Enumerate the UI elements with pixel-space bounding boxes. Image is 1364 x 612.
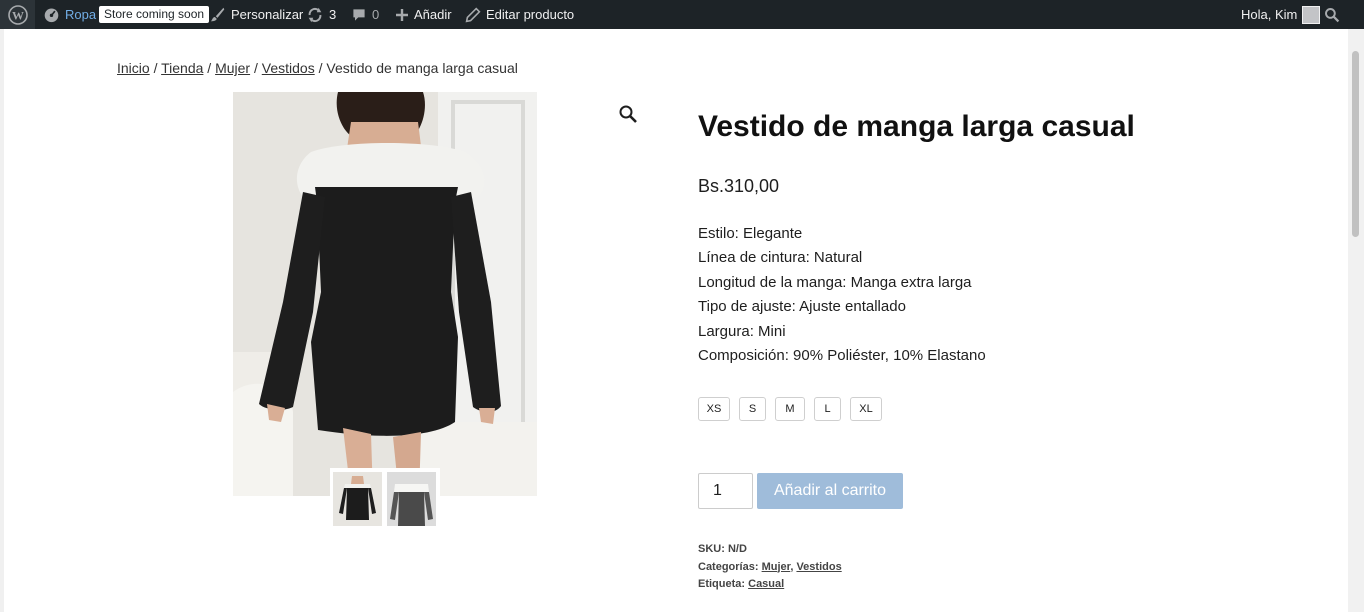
- product-price: Bs.310,00: [698, 176, 780, 196]
- customize-link[interactable]: Personalizar: [209, 0, 303, 29]
- updates-icon: [308, 7, 322, 22]
- breadcrumb: Inicio / Tienda / Mujer / Vestidos / Ves…: [117, 60, 518, 76]
- description-line: Composición: 90% Poliéster, 10% Elastano: [698, 347, 986, 365]
- product-meta: SKU: N/D Categorías: Mujer, Vestidos Eti…: [698, 541, 842, 594]
- sku-line: SKU: N/D: [698, 543, 747, 555]
- updates-link[interactable]: 3: [306, 0, 336, 29]
- plus-icon: [396, 8, 408, 21]
- description-line: Largura: Mini: [698, 322, 786, 340]
- admin-bar: W Ropa Store coming soon Personalizar 3 …: [0, 0, 1364, 29]
- thumbnail-2[interactable]: [387, 472, 436, 526]
- size-option-xl[interactable]: XL: [850, 397, 882, 421]
- categories-line: Categorías: Mujer, Vestidos: [698, 560, 842, 573]
- size-swatches: XS S M L XL: [698, 397, 882, 421]
- admin-search-button[interactable]: [1324, 0, 1340, 29]
- size-option-l[interactable]: L: [814, 397, 841, 421]
- product-short-description: Estilo: Elegante Línea de cintura: Natur…: [698, 222, 986, 368]
- add-to-cart-button[interactable]: Añadir al carrito: [757, 473, 903, 509]
- store-coming-soon-badge[interactable]: Store coming soon: [99, 0, 210, 29]
- pencil-icon: [465, 6, 481, 22]
- site-name-menu[interactable]: Ropa: [43, 0, 96, 29]
- tag-line: Etiqueta: Casual: [698, 578, 785, 590]
- edit-product-link[interactable]: Editar producto: [465, 0, 574, 29]
- tag-link-casual[interactable]: Casual: [748, 578, 784, 590]
- search-icon: [1325, 7, 1340, 22]
- category-link-women[interactable]: Mujer: [762, 561, 791, 573]
- breadcrumb-current: Vestido de manga larga casual: [326, 60, 518, 76]
- product-main-image[interactable]: [233, 92, 537, 496]
- sku-value: N/D: [727, 543, 747, 555]
- zoom-trigger[interactable]: [617, 103, 639, 125]
- description-line: Tipo de ajuste: Ajuste entallado: [698, 298, 906, 316]
- wordpress-logo-icon[interactable]: W: [0, 0, 35, 29]
- breadcrumb-shop[interactable]: Tienda: [161, 60, 203, 76]
- quantity-input[interactable]: 1: [698, 473, 753, 509]
- svg-text:W: W: [12, 8, 24, 22]
- comment-icon: [353, 8, 365, 21]
- avatar: [1302, 5, 1321, 24]
- product-title: Vestido de manga larga casual: [698, 110, 1135, 143]
- breadcrumb-women[interactable]: Mujer: [215, 60, 250, 76]
- my-account-menu[interactable]: Hola, Kim: [1241, 0, 1321, 29]
- category-link-dresses[interactable]: Vestidos: [796, 561, 841, 573]
- size-option-s[interactable]: S: [739, 397, 766, 421]
- paintbrush-icon: [210, 7, 225, 22]
- add-new-menu[interactable]: Añadir: [395, 0, 452, 29]
- description-line: Longitud de la manga: Manga extra larga: [698, 273, 972, 291]
- page-edge: [0, 29, 4, 612]
- description-line: Línea de cintura: Natural: [698, 249, 863, 267]
- breadcrumb-home[interactable]: Inicio: [117, 60, 150, 76]
- vertical-scrollbar[interactable]: [1348, 29, 1364, 612]
- gallery-thumbnails: [330, 468, 440, 528]
- site-name: Ropa: [65, 7, 97, 22]
- size-option-m[interactable]: M: [775, 397, 805, 421]
- magnifier-icon: [619, 105, 637, 123]
- description-line: Estilo: Elegante: [698, 225, 803, 242]
- size-option-xs[interactable]: XS: [698, 397, 730, 421]
- comments-link[interactable]: 0: [351, 0, 379, 29]
- breadcrumb-dresses[interactable]: Vestidos: [262, 60, 315, 76]
- scrollbar-thumb[interactable]: [1352, 51, 1359, 237]
- dashboard-icon: [44, 8, 59, 23]
- thumbnail-1[interactable]: [333, 472, 382, 526]
